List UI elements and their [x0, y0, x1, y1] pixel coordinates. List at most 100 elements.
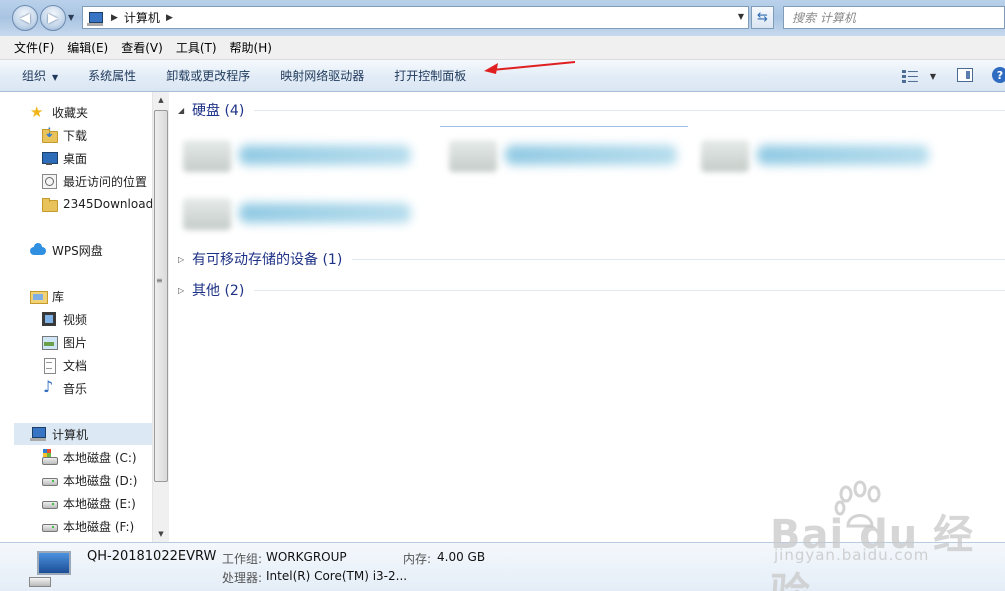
- breadcrumb-chevron-icon[interactable]: ▶: [111, 13, 118, 23]
- workgroup-label: 工作组:: [222, 552, 263, 566]
- address-bar[interactable]: ▶ 计算机 ▶ ▼: [82, 6, 749, 29]
- forward-button[interactable]: ▶: [40, 5, 66, 31]
- group-header-hard-drives[interactable]: ◢ 硬盘 (4): [169, 100, 1005, 120]
- address-dropdown-icon[interactable]: ▼: [738, 12, 744, 21]
- breadcrumb-computer[interactable]: 计算机: [124, 9, 160, 26]
- sidebar-item-label: WPS网盘: [52, 243, 103, 258]
- sidebar-item-label: 图片: [63, 335, 88, 350]
- navigation-pane: ★ 收藏夹 下载 桌面 最近访问的位置 2345Downloads WPS网盘 …: [14, 92, 152, 542]
- sidebar-item-label: 收藏夹: [52, 105, 89, 120]
- menu-help[interactable]: 帮助(H): [230, 39, 272, 56]
- map-network-drive-button[interactable]: 映射网络驱动器: [280, 67, 364, 84]
- breadcrumb-chevron-icon[interactable]: ▶: [166, 13, 173, 23]
- drive-tile-d[interactable]: [439, 128, 701, 184]
- refresh-icon: ⇆: [757, 10, 768, 25]
- grip-icon: ≡: [156, 276, 163, 285]
- sidebar-item-libraries[interactable]: 库: [14, 285, 152, 307]
- scroll-down-icon[interactable]: ▼: [153, 526, 169, 542]
- sidebar-item-recent-places[interactable]: 最近访问的位置: [14, 170, 152, 192]
- sidebar-item-label: 本地磁盘 (C:): [63, 450, 137, 465]
- group-header-other[interactable]: ▷ 其他 (2): [169, 280, 1005, 300]
- sidebar-item-label: 文档: [63, 358, 88, 373]
- group-divider: [254, 109, 1005, 111]
- system-properties-button[interactable]: 系统属性: [88, 67, 136, 84]
- downloads-folder-icon: [41, 126, 58, 143]
- content-pane: ◢ 硬盘 (4) ▷ 有可移动存储的设备 (1) ▷ 其他 (2): [169, 92, 1005, 542]
- sidebar-item-drive-e[interactable]: 本地磁盘 (E:): [14, 492, 152, 514]
- drive-tile-f[interactable]: [173, 186, 435, 242]
- forward-arrow-icon: ▶: [48, 10, 58, 26]
- sidebar-item-label: 音乐: [63, 381, 88, 396]
- document-icon: [41, 357, 57, 374]
- drive-icon: [701, 140, 749, 172]
- organize-button[interactable]: 组织 ▼: [22, 67, 58, 84]
- memory-label: 内存:: [403, 552, 432, 566]
- collapse-triangle-icon[interactable]: ◢: [169, 106, 184, 115]
- recent-pages-dropdown[interactable]: ▼: [68, 13, 74, 22]
- sidebar-item-label: 视频: [63, 312, 88, 327]
- sidebar-item-drive-f[interactable]: 本地磁盘 (F:): [14, 515, 152, 537]
- scroll-up-icon[interactable]: ▲: [153, 92, 169, 108]
- drive-icon: [41, 495, 58, 511]
- sidebar-item-desktop[interactable]: 桌面: [14, 147, 152, 169]
- sidebar-item-label: 计算机: [52, 427, 89, 442]
- sidebar-item-drive-d[interactable]: 本地磁盘 (D:): [14, 469, 152, 491]
- menu-edit[interactable]: 编辑(E): [67, 39, 108, 56]
- scrollbar-thumb[interactable]: [154, 110, 168, 482]
- sidebar-item-favorites[interactable]: ★ 收藏夹: [14, 101, 152, 123]
- uninstall-program-button[interactable]: 卸载或更改程序: [166, 67, 250, 84]
- open-control-panel-button[interactable]: 打开控制面板: [394, 67, 466, 84]
- folder-icon: [41, 196, 58, 212]
- change-view-button[interactable]: ▼: [902, 68, 936, 84]
- sidebar-item-label: 库: [52, 289, 65, 304]
- drive-label-blurred: [239, 203, 411, 223]
- cloud-icon: [30, 242, 46, 258]
- menu-view[interactable]: 查看(V): [121, 39, 163, 56]
- preview-pane-button[interactable]: [957, 68, 973, 82]
- sidebar-item-pictures[interactable]: 图片: [14, 331, 152, 353]
- picture-icon: [41, 334, 58, 350]
- help-icon[interactable]: ?: [992, 67, 1005, 83]
- sidebar-item-documents[interactable]: 文档: [14, 354, 152, 376]
- sidebar-item-videos[interactable]: 视频: [14, 308, 152, 330]
- drive-icon: [41, 472, 58, 488]
- search-input[interactable]: 搜索 计算机: [783, 6, 1005, 29]
- group-divider: [352, 258, 1005, 260]
- drive-icon: [183, 198, 231, 230]
- sidebar-item-downloads[interactable]: 下载: [14, 124, 152, 146]
- sidebar-item-label: 下载: [63, 128, 88, 143]
- sidebar-item-2345downloads[interactable]: 2345Downloads: [14, 193, 152, 215]
- back-arrow-icon: ◀: [20, 10, 30, 26]
- drive-icon: [41, 518, 58, 534]
- menu-file[interactable]: 文件(F): [14, 39, 54, 56]
- group-label: 其他 (2): [192, 283, 245, 299]
- refresh-button[interactable]: ⇆: [751, 6, 774, 29]
- sidebar-item-drive-c[interactable]: 本地磁盘 (C:): [14, 446, 152, 468]
- group-header-removable[interactable]: ▷ 有可移动存储的设备 (1): [169, 249, 1005, 269]
- group-label: 硬盘 (4): [192, 103, 245, 119]
- drive-icon: [449, 140, 497, 172]
- workgroup-value: WORKGROUP: [266, 550, 347, 564]
- processor-value: Intel(R) Core(TM) i3-2...: [266, 569, 408, 583]
- selection-outline: [440, 126, 688, 127]
- star-icon: ★: [30, 103, 44, 121]
- expand-triangle-icon[interactable]: ▷: [169, 286, 184, 295]
- menu-tools[interactable]: 工具(T): [176, 39, 217, 56]
- back-button[interactable]: ◀: [12, 5, 38, 31]
- sidebar-item-music[interactable]: 音乐: [14, 377, 152, 399]
- expand-triangle-icon[interactable]: ▷: [169, 255, 184, 264]
- drive-tile-e[interactable]: [691, 128, 953, 184]
- chevron-down-icon[interactable]: ▼: [930, 72, 936, 81]
- sidebar-item-label: 本地磁盘 (D:): [63, 473, 138, 488]
- recent-places-icon: [41, 173, 57, 189]
- drive-tile-c[interactable]: [173, 128, 435, 184]
- system-drive-icon: [41, 449, 58, 465]
- sidebar-item-computer[interactable]: 计算机: [14, 423, 152, 445]
- navigation-scrollbar[interactable]: ▲ ≡ ▼: [152, 92, 169, 542]
- drive-label-blurred: [757, 145, 929, 165]
- sidebar-item-label: 最近访问的位置: [63, 174, 148, 189]
- sidebar-item-wps-cloud[interactable]: WPS网盘: [14, 239, 152, 261]
- music-icon: [41, 377, 57, 396]
- drive-label-blurred: [505, 145, 677, 165]
- processor-label: 处理器:: [222, 571, 263, 585]
